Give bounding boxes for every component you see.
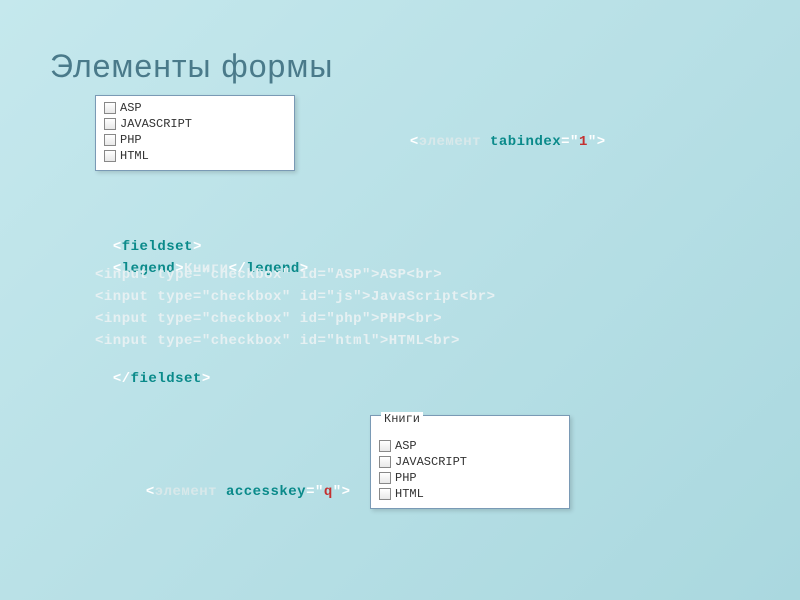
checkbox-icon[interactable] xyxy=(104,102,116,114)
checkbox-label: PHP xyxy=(120,133,142,147)
code-input-2: <input type="checkbox" id="js">JavaScrip… xyxy=(95,289,496,305)
checkbox-row: PHP xyxy=(102,132,288,148)
checkbox-row: ASP xyxy=(377,438,563,454)
code-tabindex: <элемент tabindex="1"> xyxy=(392,118,606,150)
checkbox-row: JavaScript xyxy=(377,454,563,470)
code-input-3: <input type="checkbox" id="php">PHP<br> xyxy=(95,311,442,327)
checkbox-row: JavaScript xyxy=(102,116,288,132)
checkbox-label: ASP xyxy=(395,439,417,453)
checkbox-label: ASP xyxy=(120,101,142,115)
checkbox-icon[interactable] xyxy=(379,456,391,468)
code-accesskey: <элемент accesskey="q"> xyxy=(128,468,351,500)
checkbox-label: PHP xyxy=(395,471,417,485)
fieldset-example-1: ASP JavaScript PHP HTML xyxy=(95,95,295,171)
checkbox-row: HTML xyxy=(102,148,288,164)
checkbox-label: HTML xyxy=(120,149,149,163)
checkbox-label: HTML xyxy=(395,487,424,501)
checkbox-icon[interactable] xyxy=(104,134,116,146)
checkbox-icon[interactable] xyxy=(104,118,116,130)
code-fieldset-close: </fieldset> xyxy=(95,355,211,387)
checkbox-label: JavaScript xyxy=(120,117,192,131)
fieldset-example-2: Книги ASP JavaScript PHP HTML xyxy=(370,415,570,509)
code-input-1: <input type="checkbox" id="ASP">ASP<br> xyxy=(95,267,442,283)
legend-label: Книги xyxy=(381,412,423,426)
code-input-4: <input type="checkbox" id="html">HTML<br… xyxy=(95,333,460,349)
checkbox-icon[interactable] xyxy=(379,488,391,500)
checkbox-label: JavaScript xyxy=(395,455,467,469)
checkbox-row: ASP xyxy=(102,100,288,116)
slide-title: Элементы формы xyxy=(50,48,333,85)
checkbox-icon[interactable] xyxy=(379,440,391,452)
checkbox-row: HTML xyxy=(377,486,563,502)
checkbox-icon[interactable] xyxy=(104,150,116,162)
checkbox-row: PHP xyxy=(377,470,563,486)
checkbox-icon[interactable] xyxy=(379,472,391,484)
